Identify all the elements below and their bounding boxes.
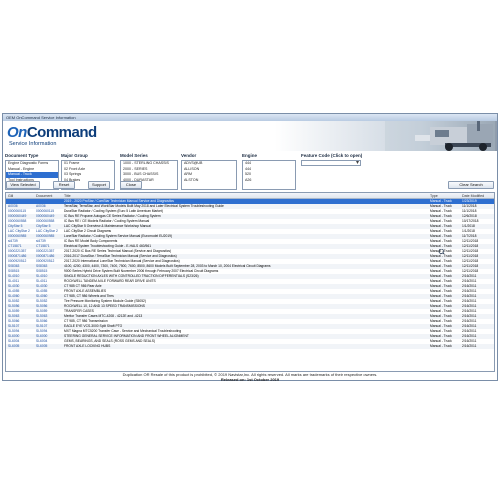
feature-code-label: Feature Code (Click to open) [301, 153, 363, 158]
oncommand-logo: OnCommand [7, 124, 97, 141]
support-button[interactable]: Support [88, 181, 110, 189]
table-cell: Manual - Truck [430, 344, 452, 348]
column-header-title[interactable]: Title [62, 193, 428, 198]
list-item[interactable]: 1000 - STERLING CHASSIS [121, 161, 177, 167]
button-row: View Selected Reset Support Close Clear … [3, 181, 497, 256]
app-header: OnCommand Service Information [3, 121, 497, 151]
table-cell: SL6005 [36, 344, 48, 348]
table-row[interactable]: SL6005 SL6005 FRONT AXLE LOCKING HUBS Manua… [6, 344, 494, 349]
column-header-type[interactable]: Type [428, 193, 460, 198]
release-date: Released on: 1st October 2019 [220, 377, 280, 382]
model-series-label: Model Series [120, 153, 148, 158]
document-type-label: Document Type [5, 153, 39, 158]
table-cell: 2/16/2011 [462, 344, 477, 348]
vendor-label: Vendor [181, 153, 197, 158]
logo-subtitle: Service Information [9, 141, 57, 147]
clear-search-button[interactable]: Clear Search [448, 181, 494, 189]
feature-code-dropdown[interactable] [301, 159, 361, 166]
window-title: OEM OnCommand Service Information [3, 114, 497, 121]
table-cell: SL6005 [8, 344, 20, 348]
major-group-label: Major Group [61, 153, 88, 158]
truck-banner-image [385, 121, 495, 151]
table-body: 2019 - 2020 ProStar / ComStar Technician… [6, 199, 494, 349]
feature-code-group: Feature Code (Click to open) [301, 153, 371, 166]
documents-table: Gill Document Title Type Date Modified 2… [5, 192, 495, 372]
reset-button[interactable]: Reset [53, 181, 75, 189]
view-selected-button[interactable]: View Selected [6, 181, 40, 189]
engine-label: Engine [242, 153, 258, 158]
close-button[interactable]: Close [120, 181, 142, 189]
column-header-gill[interactable]: Gill [6, 193, 34, 198]
app-window: OEM OnCommand Service Information OnComm… [2, 113, 498, 382]
column-header-date-modified[interactable]: Date Modified [460, 193, 494, 198]
table-cell: FRONT AXLE LOCKING HUBS [64, 344, 111, 348]
column-header-document[interactable]: Document [34, 193, 62, 198]
footer: Duplication OR Resale of this product is… [3, 372, 497, 382]
